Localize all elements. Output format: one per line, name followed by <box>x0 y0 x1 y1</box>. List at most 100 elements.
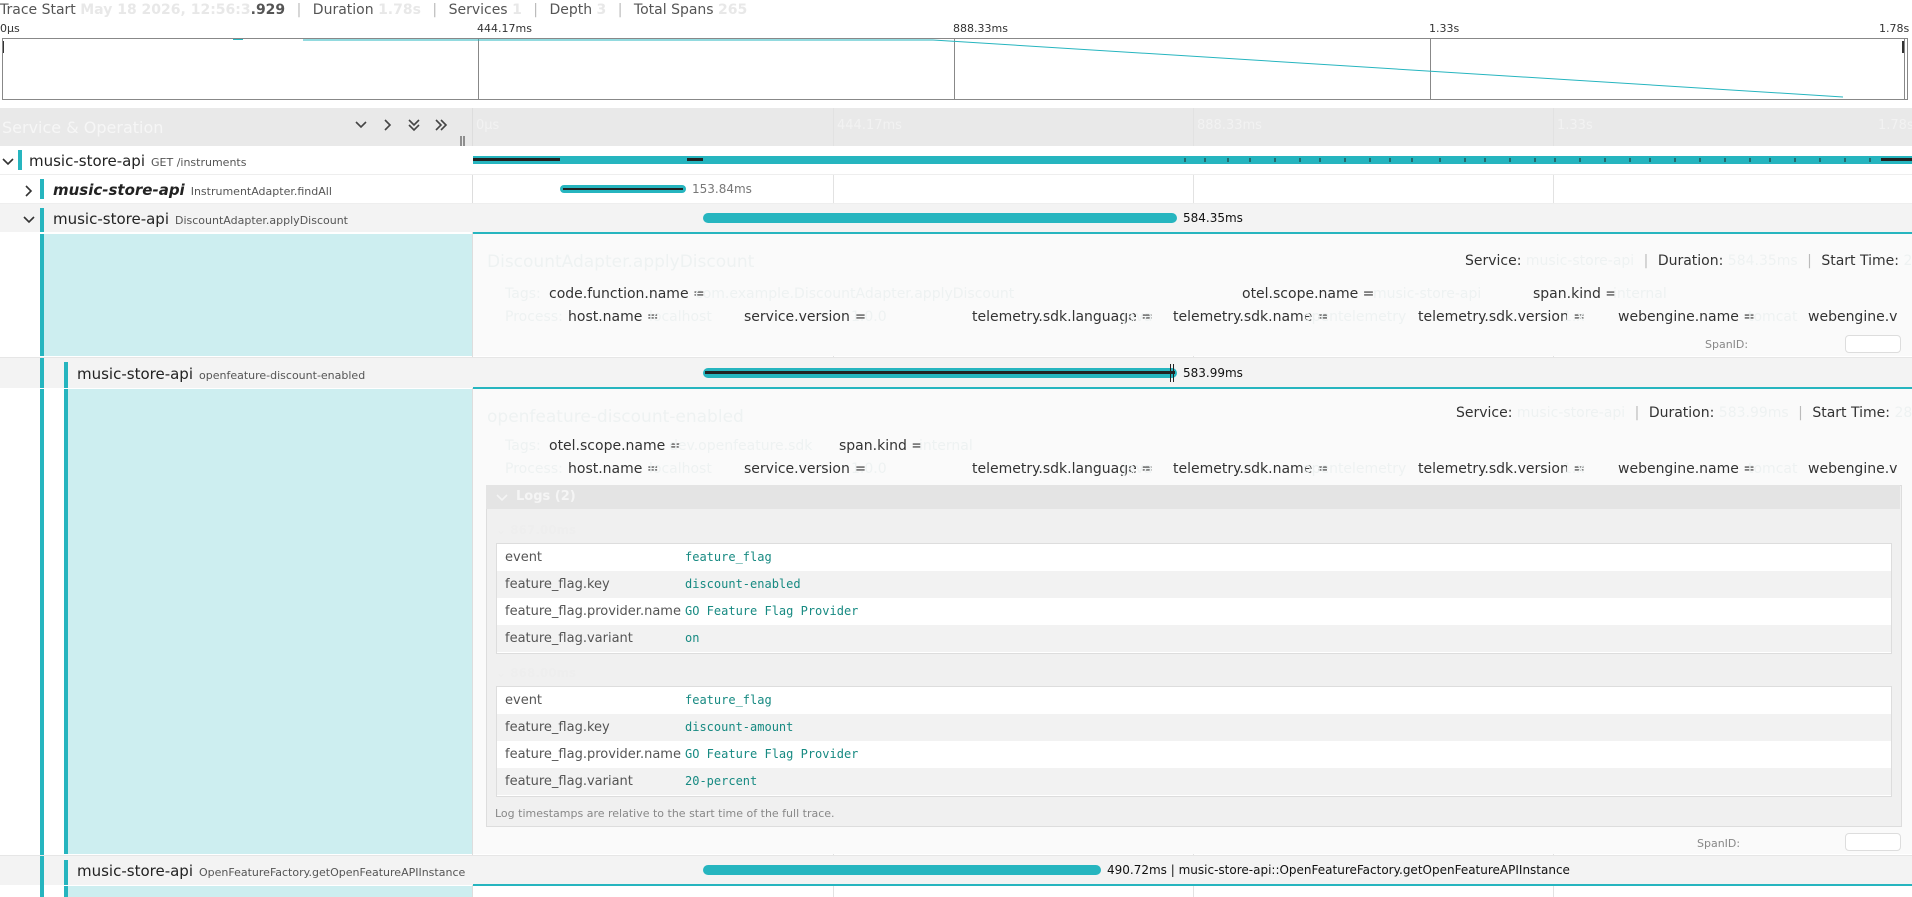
chevron-down-icon[interactable] <box>2 153 14 172</box>
process-key: webengine.v <box>1808 461 1898 477</box>
log-field-key: event <box>505 693 543 708</box>
parent-color-bar <box>40 358 44 388</box>
self-time-bar <box>705 371 1175 374</box>
log-field-value: feature_flag <box>685 693 772 707</box>
process-value: tomcat <box>1748 309 1798 325</box>
service-color-bar <box>64 389 68 854</box>
timeline-tick: 1.33s <box>1557 118 1593 133</box>
log-field-value: GO Feature Flag Provider <box>685 747 859 761</box>
chevron-right-icon[interactable] <box>23 182 35 201</box>
log-field-row: feature_flag.key discount-enabled <box>497 571 1891 598</box>
service-color-bar <box>40 234 44 356</box>
detail-duration-label: Duration: <box>1648 405 1715 421</box>
process-key: webengine.name = <box>1618 461 1756 477</box>
log-field-row: feature_flag.variant on <box>497 625 1891 652</box>
process-key: host.name = <box>568 309 659 325</box>
chevron-down-icon[interactable] <box>496 489 508 508</box>
parent-color-bar <box>40 389 44 897</box>
process-label[interactable]: Process: <box>505 461 563 477</box>
collapse-one-icon[interactable] <box>354 118 368 136</box>
parent-color-bar <box>40 886 44 897</box>
parent-color-bar <box>40 856 44 885</box>
spanid-label: SpanID: <box>1697 837 1741 850</box>
span-operation: InstrumentAdapter.findAll <box>190 185 332 198</box>
process-value: opentelemetry <box>1303 309 1407 325</box>
collapse-all-icon[interactable] <box>407 118 421 136</box>
span-duration: 583.99ms <box>1183 366 1243 380</box>
timeline-tick: 444.17ms <box>837 118 902 133</box>
span-row[interactable]: music-store-api openfeature-discount-enab… <box>0 357 1912 388</box>
trace-minimap[interactable] <box>2 38 1908 100</box>
minimap-axis: 0µs 444.17ms 888.33ms 1.33s 1.78s <box>0 22 1912 38</box>
span-service: music-store-api <box>77 862 193 880</box>
tags-label[interactable]: Tags: <box>505 438 541 454</box>
service-color-bar <box>40 208 44 232</box>
chevron-down-icon[interactable] <box>23 211 35 230</box>
tag-key: span.kind = <box>839 438 924 454</box>
service-color-bar <box>40 179 44 199</box>
tag-value: dev.openfeature.sdk <box>669 438 813 454</box>
tag-value: internal <box>1613 286 1667 302</box>
detail-start-value: 284ms <box>1894 405 1912 421</box>
resizer-icon[interactable] <box>459 131 467 146</box>
column-title: Service & Operation <box>2 118 164 137</box>
span-bar[interactable] <box>703 865 1101 875</box>
span-bar[interactable] <box>703 213 1177 223</box>
log-field-key: feature_flag.variant <box>505 774 633 789</box>
span-row[interactable]: music-store-api GET /instruments <box>0 146 1912 175</box>
process-key: service.version = <box>744 461 867 477</box>
log-timestamp[interactable]: ⌄ 868.00ms <box>496 666 576 680</box>
services-label: Services <box>448 2 508 18</box>
log-field-value: discount-enabled <box>685 577 801 591</box>
services-value: 1 <box>512 2 522 18</box>
span-operation: GET /instruments <box>151 156 247 169</box>
log-marker <box>1170 364 1171 382</box>
tag-key: otel.scope.name = <box>1242 286 1375 302</box>
spanid-copy-button[interactable] <box>1845 335 1901 353</box>
span-duration: 153.84ms <box>692 182 752 196</box>
span-service: music-store-api <box>77 365 193 383</box>
span-detail-panel: DiscountAdapter.applyDiscount Service: m… <box>473 234 1912 356</box>
minimap-tick: 0µs <box>0 22 20 35</box>
log-field-value: 20-percent <box>685 774 758 788</box>
depth-value: 3 <box>596 2 607 18</box>
log-field-key: feature_flag.provider.name <box>505 604 681 619</box>
span-duration: 490.72ms | music-store-api::OpenFeatureF… <box>1107 863 1570 877</box>
spanid-copy-button[interactable] <box>1845 833 1901 851</box>
service-color-bar <box>64 362 68 388</box>
chevron-down-icon: ⌄ <box>496 523 507 537</box>
detail-duration-value: 584.35ms <box>1727 253 1798 269</box>
tag-key: otel.scope.name = <box>549 438 682 454</box>
span-row[interactable]: music-store-api OpenFeatureFactory.getOpe… <box>0 855 1912 885</box>
log-field-key: feature_flag.variant <box>505 631 633 646</box>
logs-footnote: Log timestamps are relative to the start… <box>495 807 835 820</box>
span-operation: OpenFeatureFactory.getOpenFeatureAPIInst… <box>199 866 466 879</box>
self-time-bar <box>1881 158 1912 161</box>
detail-duration-label: Duration: <box>1657 253 1724 269</box>
trace-start-label: Trace Start <box>0 2 76 18</box>
log-marker <box>1173 364 1174 382</box>
total-spans-label: Total Spans <box>633 2 714 18</box>
logs-header[interactable]: Logs (2) <box>486 485 1900 509</box>
tags-label[interactable]: Tags: <box>505 286 541 302</box>
process-label[interactable]: Process: <box>505 309 563 325</box>
detail-service-value: music-store-api <box>1525 253 1635 269</box>
span-row[interactable]: music-store-api InstrumentAdapter.findAll… <box>0 175 1912 204</box>
total-spans-value: 265 <box>718 2 748 18</box>
tag-value: com.example.DiscountAdapter.applyDiscoun… <box>695 286 1015 302</box>
detail-start-label: Start Time: <box>1821 253 1899 269</box>
span-row[interactable]: music-store-api DiscountAdapter.applyDisc… <box>0 204 1912 232</box>
log-field-key: feature_flag.key <box>505 577 610 592</box>
self-time-bar <box>563 188 683 190</box>
detail-title: openfeature-discount-enabled <box>487 407 744 427</box>
process-key: webengine.name = <box>1618 309 1756 325</box>
detail-duration-value: 583.99ms <box>1718 405 1789 421</box>
log-field-row: feature_flag.key discount-amount <box>497 714 1891 741</box>
expand-one-icon[interactable] <box>381 118 395 136</box>
span-service: music-store-api <box>53 181 185 199</box>
expand-all-icon[interactable] <box>434 118 448 136</box>
log-timestamp[interactable]: ⌄ 867.00ms <box>496 523 576 537</box>
minimap-tick: 1.33s <box>1429 22 1460 35</box>
log-field-key: feature_flag.provider.name <box>505 747 681 762</box>
detail-start-label: Start Time: <box>1812 405 1890 421</box>
